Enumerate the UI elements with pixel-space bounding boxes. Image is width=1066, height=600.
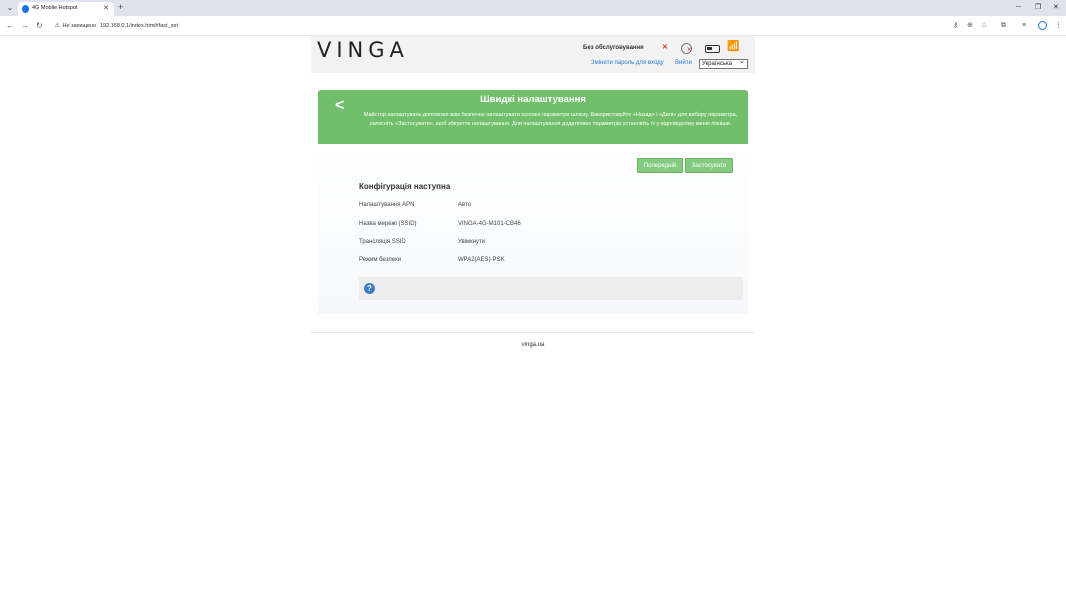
restore-icon[interactable]: ❐ (1035, 2, 1041, 13)
window-close-icon[interactable]: ✕ (1053, 2, 1059, 13)
forward-nav-icon[interactable]: → (21, 20, 29, 32)
security-mode-label: Режим безпеки (359, 257, 402, 263)
wizard-banner: < Швидкі налаштування Майстор налаштуван… (318, 90, 748, 144)
ssid-value: VINGA-4G-M101-CB46 (458, 221, 521, 227)
new-tab-icon[interactable]: + (118, 2, 123, 13)
help-panel: ? (359, 277, 743, 300)
wizard-description: Майстор налаштувань допоможе вам безпечн… (363, 112, 738, 127)
media-icon[interactable]: ≡ (1022, 21, 1026, 31)
footer-divider (311, 332, 755, 333)
previous-button[interactable]: Попередній (637, 158, 683, 173)
profile-avatar-icon[interactable] (1038, 21, 1047, 30)
tab-search-icon[interactable]: ⌄ (4, 2, 16, 14)
help-icon[interactable]: ? (364, 283, 375, 294)
address-bar: ← → ↻ ⚠ Не захищено 192.168.0.1/index.ht… (0, 16, 1066, 36)
network-status: Без обслуговування (583, 45, 644, 51)
router-page: VINGA Без обслуговування ✕ 📶 Змінити пар… (0, 36, 1066, 600)
security-indicator[interactable]: ⚠ Не захищено (54, 21, 96, 31)
tab-title: 4G Mobile Hotspot (32, 5, 78, 11)
language-select[interactable]: Українська (699, 58, 748, 69)
no-signal-icon: ✕ (662, 44, 668, 51)
ssid-broadcast-label: Трансляція SSID (359, 239, 406, 245)
wizard-body: Попередній Застосувати Конфігурація наст… (318, 144, 748, 314)
browser-tab[interactable]: 4G Mobile Hotspot ✕ (18, 2, 114, 16)
security-mode-value: WPA2(AES)-PSK (458, 257, 505, 263)
browser-menu-icon[interactable]: ⋮ (1055, 21, 1062, 31)
ssid-broadcast-value: Увімкнути (458, 239, 486, 245)
internet-disconnected-icon (681, 43, 692, 54)
logout-link[interactable]: Вийти (675, 60, 692, 66)
warning-icon: ⚠ (54, 23, 61, 29)
ssid-label: Назва мережі (SSID) (359, 221, 417, 227)
minimize-icon[interactable]: ─ (1016, 2, 1021, 13)
battery-icon (705, 45, 720, 53)
wifi-icon: 📶 (727, 41, 740, 52)
site-favicon-icon (22, 5, 29, 13)
section-title: Конфігурація наступна (359, 182, 451, 191)
reload-icon[interactable]: ↻ (36, 20, 43, 32)
router-header: VINGA Без обслуговування ✕ 📶 Змінити пар… (311, 36, 755, 73)
apply-button[interactable]: Застосувати (685, 158, 733, 173)
back-nav-icon[interactable]: ← (6, 20, 14, 32)
apn-label: Налаштування APN (359, 202, 415, 208)
extensions-icon[interactable]: ⧉ (1001, 21, 1006, 31)
tab-close-icon[interactable]: ✕ (103, 4, 109, 13)
apn-value: Авто (458, 202, 472, 208)
wizard-title: Швидкі налаштування (480, 94, 586, 105)
zoom-icon[interactable]: ⊕ (967, 21, 973, 31)
password-key-icon[interactable]: ⚷ (953, 21, 958, 31)
browser-tab-strip: ⌄ 4G Mobile Hotspot ✕ + ─ ❐ ✕ (0, 0, 1066, 16)
footer-link[interactable]: vinga.ua (311, 342, 755, 348)
change-password-link[interactable]: Змінити пароль для входу (591, 60, 664, 66)
url-field[interactable]: 192.168.0.1/index.html#fast_set (100, 21, 178, 31)
bookmark-star-icon[interactable]: ☆ (981, 21, 987, 31)
vinga-logo: VINGA (317, 38, 409, 62)
insecure-label: Не захищено (62, 23, 97, 29)
